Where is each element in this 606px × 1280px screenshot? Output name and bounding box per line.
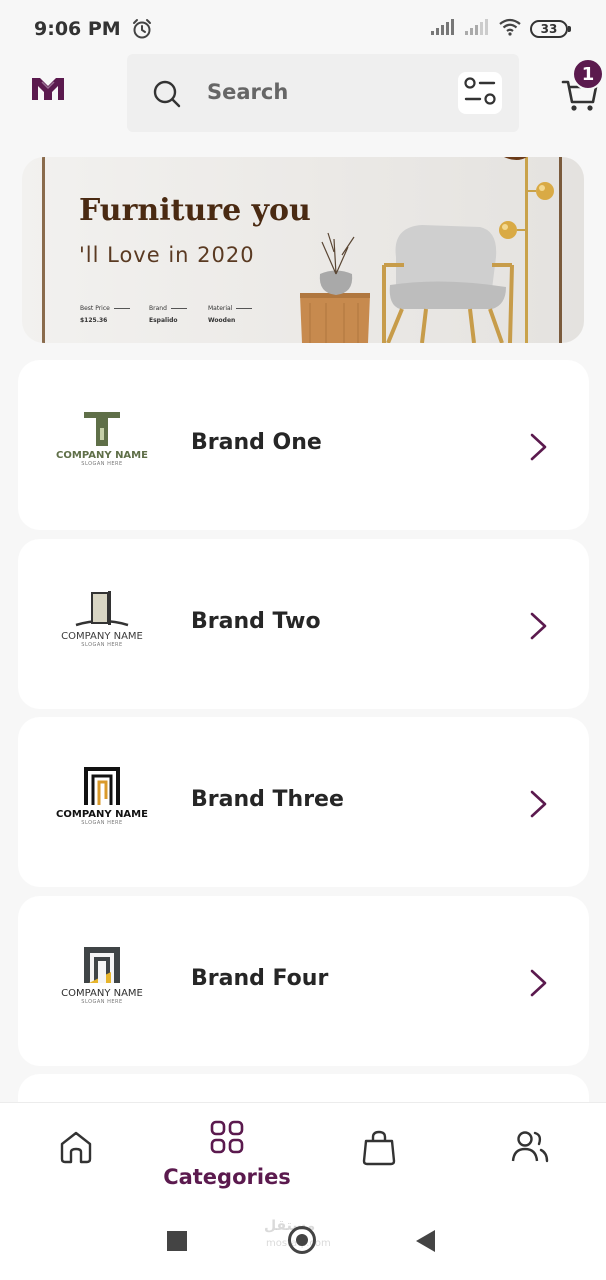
nav-profile[interactable] [500, 1103, 560, 1203]
logo-slogan-text: SLOGAN HERE [81, 642, 123, 648]
brand-card-two[interactable]: COMPANY NAME SLOGAN HERE Brand Two [18, 539, 589, 709]
categories-icon [209, 1119, 245, 1159]
banner-spec-price: Best Price $125.36 [80, 305, 130, 324]
brand-name: Brand Two [191, 609, 321, 634]
cart-icon [560, 80, 600, 118]
brand-two-logo-icon [75, 591, 129, 627]
alarm-icon [131, 18, 153, 40]
chevron-right-icon[interactable] [528, 789, 550, 823]
banner-frame [42, 157, 45, 343]
brand-card-four[interactable]: COMPANY NAME SLOGAN HERE Brand Four [18, 896, 589, 1066]
logo-slogan-text: SLOGAN HERE [81, 999, 123, 1005]
logo-slogan-text: SLOGAN HERE [81, 461, 123, 467]
spec-label: Best Price [80, 305, 130, 312]
status-bar: 9:06 PM 33 [0, 0, 606, 58]
brand-card-one[interactable]: COMPANY NAME SLOGAN HERE Brand One [18, 360, 589, 530]
brand-logo: COMPANY NAME SLOGAN HERE [56, 944, 148, 1022]
brand-name: Brand One [191, 430, 322, 455]
spec-label: Material [208, 305, 252, 312]
spec-value: $125.36 [80, 317, 108, 324]
brand-logo: COMPANY NAME SLOGAN HERE [56, 765, 148, 843]
signal-icon [430, 18, 456, 40]
back-icon[interactable] [416, 1230, 435, 1252]
brand-one-logo-icon [84, 412, 120, 446]
cart-badge: 1 [572, 58, 604, 90]
chevron-right-icon[interactable] [528, 611, 550, 645]
banner-subtitle: 'll Love in 2020 [79, 243, 255, 267]
spec-label: Brand [149, 305, 187, 312]
battery-icon: 33 [530, 20, 571, 38]
system-nav: مستقل mostaql.com [0, 1202, 606, 1280]
logo-company-text: COMPANY NAME [61, 631, 143, 642]
wifi-icon [498, 18, 522, 40]
nav-categories-label: Categories [163, 1165, 291, 1189]
nav-categories[interactable]: Categories [152, 1103, 302, 1203]
logo-slogan-text: SLOGAN HERE [81, 820, 123, 826]
brand-four-logo-icon [84, 947, 120, 983]
search-icon [153, 80, 181, 112]
status-right: 33 [430, 18, 571, 40]
home-icon [58, 1129, 94, 1169]
chevron-right-icon[interactable] [528, 968, 550, 1002]
brand-name: Brand Three [191, 787, 344, 812]
bottom-nav: Categories [0, 1102, 606, 1202]
sliders-icon [462, 74, 498, 112]
brand-logo-icon[interactable] [30, 74, 66, 104]
brand-logo: COMPANY NAME SLOGAN HERE [56, 408, 148, 486]
promo-banner[interactable]: Furniture you 'll Love in 2020 Best Pric… [22, 157, 584, 343]
nav-bag[interactable] [349, 1103, 409, 1203]
banner-furniture-image [300, 157, 554, 343]
brand-card-three[interactable]: COMPANY NAME SLOGAN HERE Brand Three [18, 717, 589, 887]
search-input[interactable]: Search [207, 80, 288, 104]
banner-spec-material: Material Wooden [208, 305, 252, 324]
banner-title: Furniture you [79, 193, 311, 228]
shopping-bag-icon [361, 1129, 397, 1171]
nav-home[interactable] [46, 1103, 106, 1203]
status-left: 9:06 PM [34, 18, 153, 40]
brand-three-logo-icon [84, 767, 120, 805]
brand-logo: COMPANY NAME SLOGAN HERE [56, 587, 148, 665]
status-time: 9:06 PM [34, 18, 121, 40]
filter-button[interactable] [458, 72, 502, 114]
logo-company-text: COMPANY NAME [61, 988, 143, 999]
spec-value: Wooden [208, 317, 236, 324]
recents-icon[interactable] [167, 1231, 187, 1251]
home-circle-icon[interactable] [288, 1226, 316, 1254]
header: Search 1 [0, 54, 606, 134]
chevron-right-icon[interactable] [528, 432, 550, 466]
banner-spec-brand: Brand Espalido [149, 305, 187, 324]
search-bar[interactable]: Search [127, 54, 519, 132]
logo-company-text: COMPANY NAME [56, 450, 148, 461]
signal-icon [464, 18, 490, 40]
users-icon [511, 1129, 549, 1169]
logo-company-text: COMPANY NAME [56, 809, 148, 820]
spec-value: Espalido [149, 317, 178, 324]
brand-name: Brand Four [191, 966, 329, 991]
